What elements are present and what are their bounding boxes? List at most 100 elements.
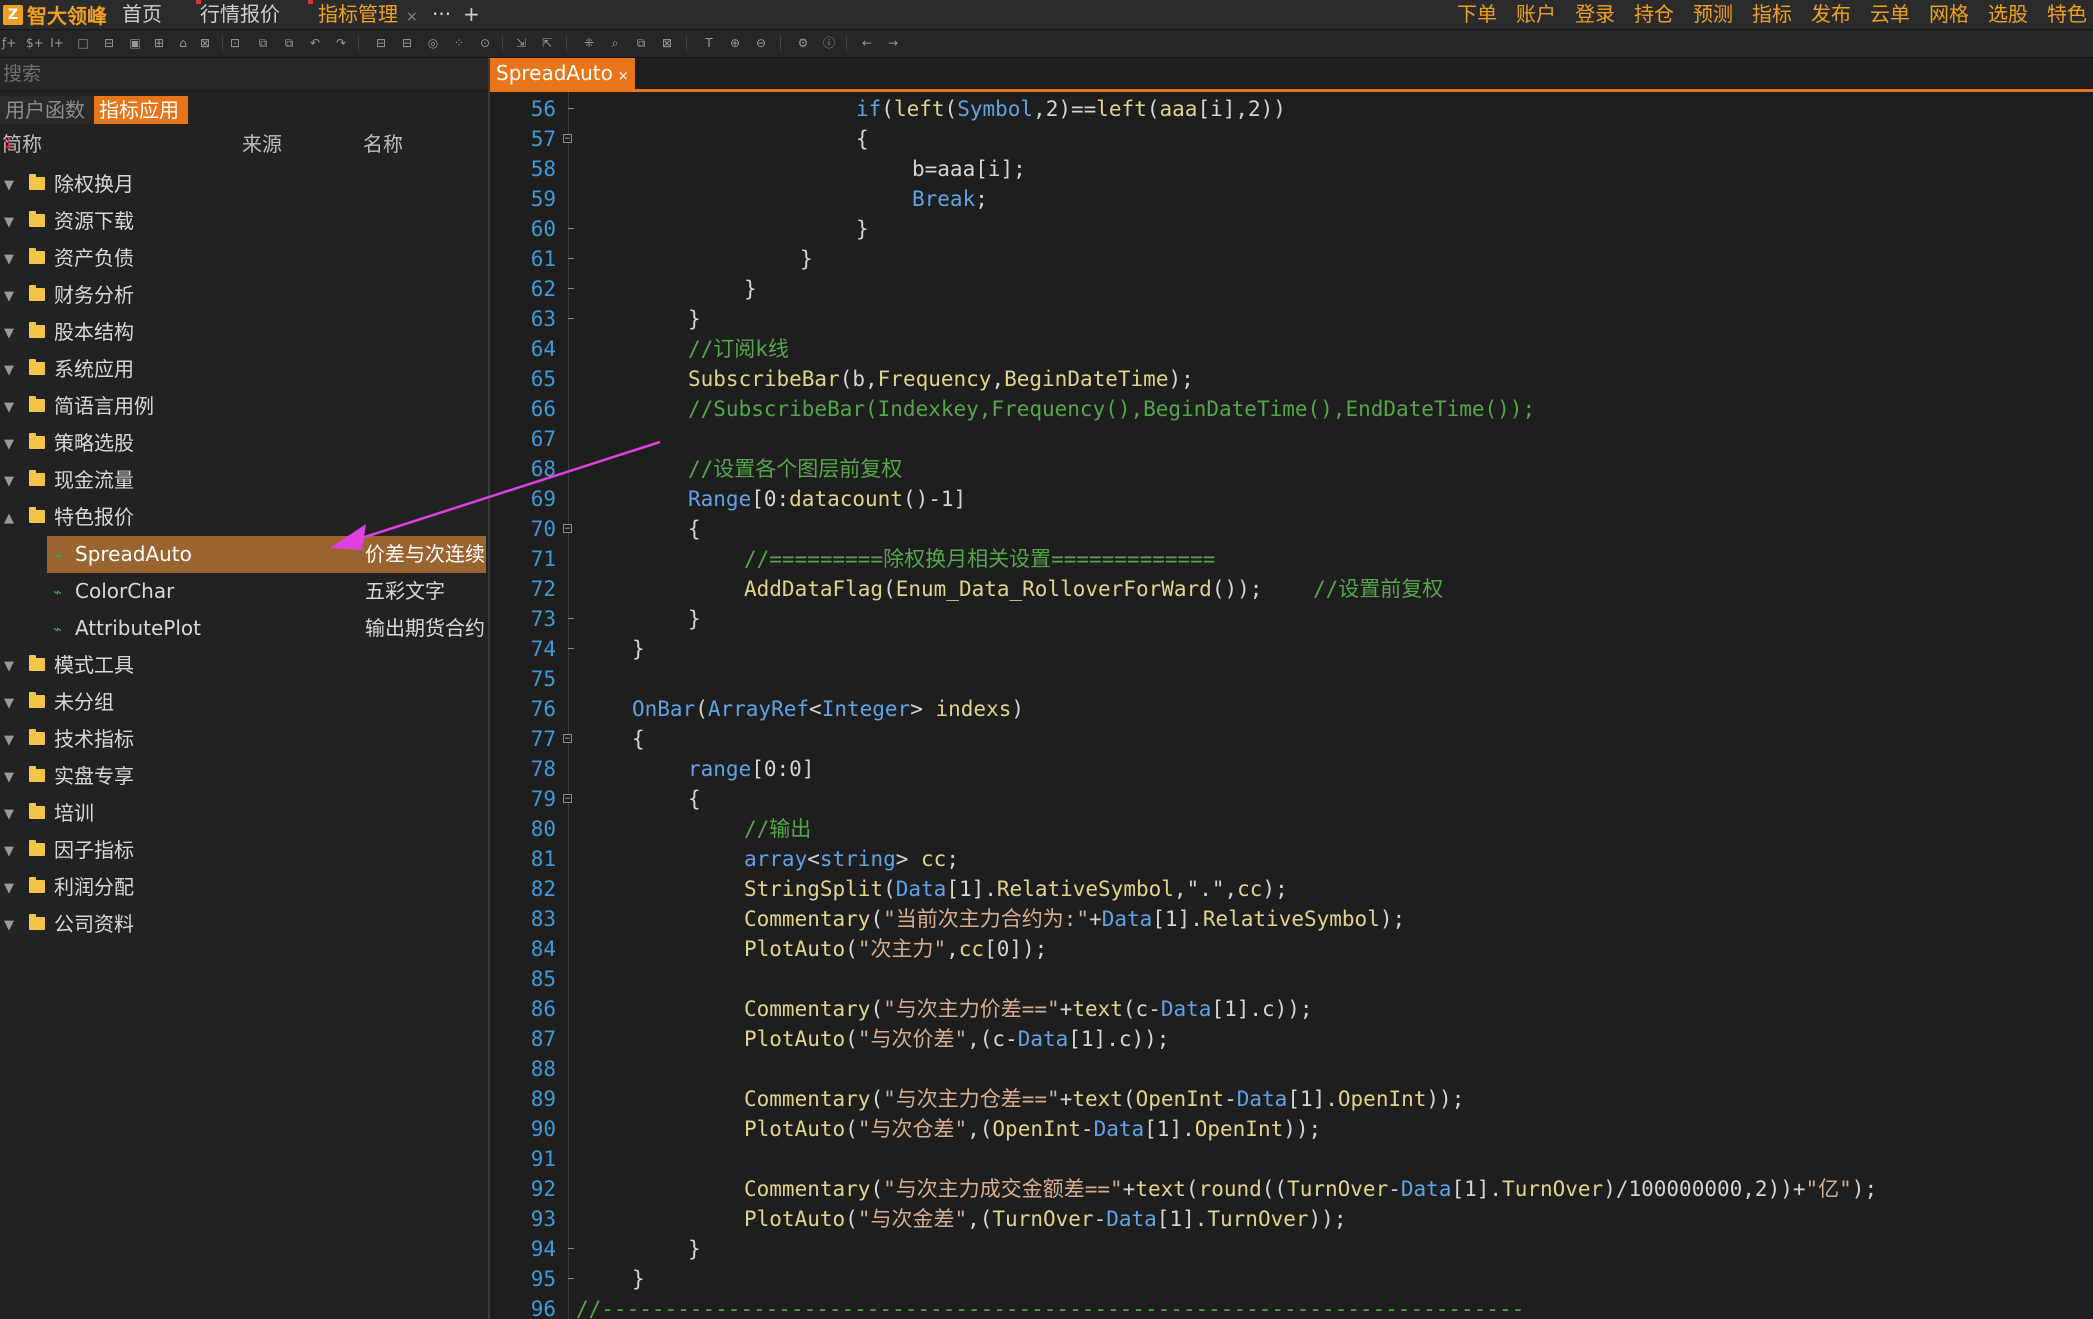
- menu-indicator[interactable]: 指标: [1752, 0, 1792, 29]
- code-line[interactable]: 93 PlotAuto("与次金差",(TurnOver-Data[1].Turn…: [490, 1204, 2093, 1234]
- expand-arrow-icon[interactable]: ▼: [4, 807, 14, 822]
- code-line[interactable]: 68 //设置各个图层前复权: [490, 454, 2093, 484]
- open-folder-icon[interactable]: ⊟: [102, 36, 116, 50]
- compile-all-icon[interactable]: ⊟: [400, 36, 414, 50]
- find-replace-icon[interactable]: ⧉: [634, 36, 648, 50]
- new-function-icon[interactable]: ƒ+: [2, 36, 16, 50]
- info-icon[interactable]: ⓘ: [822, 36, 836, 50]
- expand-arrow-icon[interactable]: ▼: [4, 881, 14, 896]
- fold-toggle-icon[interactable]: −: [563, 734, 572, 744]
- save-all-icon[interactable]: ⊞: [152, 36, 166, 50]
- code-line[interactable]: 71 //=========除权换月相关设置=============: [490, 544, 2093, 574]
- code-line[interactable]: 87 PlotAuto("与次价差",(c-Data[1].c));: [490, 1024, 2093, 1054]
- code-line[interactable]: 94}: [490, 1234, 2093, 1264]
- delete-icon[interactable]: ⌂: [176, 36, 190, 50]
- trash-icon[interactable]: ⊠: [198, 36, 212, 50]
- code-line[interactable]: 65 SubscribeBar(b,Frequency,BeginDateTime…: [490, 364, 2093, 394]
- tree-folder[interactable]: ▼ 因子指标: [0, 832, 486, 869]
- tree-folder[interactable]: ▼ 培训: [0, 795, 486, 832]
- menu-publish[interactable]: 发布: [1811, 0, 1851, 29]
- collapse-arrow-icon[interactable]: ▲: [4, 511, 14, 526]
- tree-folder[interactable]: ▼ 利润分配: [0, 869, 486, 906]
- expand-arrow-icon[interactable]: ▼: [4, 696, 14, 711]
- code-line[interactable]: 84 PlotAuto("次主力",cc[0]);: [490, 934, 2093, 964]
- expand-arrow-icon[interactable]: ▼: [4, 844, 14, 859]
- tree-folder[interactable]: ▼ 现金流量: [0, 462, 486, 499]
- menu-account[interactable]: 账户: [1516, 0, 1556, 29]
- expand-arrow-icon[interactable]: ▼: [4, 326, 14, 341]
- menu-forecast[interactable]: 预测: [1693, 0, 1733, 29]
- expand-arrow-icon[interactable]: ▼: [4, 770, 14, 785]
- add-tab-button[interactable]: +: [463, 0, 480, 29]
- new-folder-icon[interactable]: □: [76, 36, 90, 50]
- fold-toggle-icon[interactable]: −: [563, 524, 572, 534]
- editor-tab-spreadauto[interactable]: SpreadAuto ×: [490, 58, 635, 89]
- tree-folder[interactable]: ▼ 股本结构: [0, 314, 486, 351]
- code-line[interactable]: 77− {: [490, 724, 2093, 754]
- zoom-in-icon[interactable]: ⊕: [728, 36, 742, 50]
- tree-folder[interactable]: ▼ 模式工具: [0, 647, 486, 684]
- find-icon[interactable]: ⌕: [608, 36, 622, 50]
- column-source[interactable]: 来源: [242, 129, 282, 159]
- tree-folder[interactable]: ▼ 资产负债: [0, 240, 486, 277]
- tree-item[interactable]: ⌁ ColorChar 五彩文字: [0, 573, 486, 610]
- code-line[interactable]: 91: [490, 1144, 2093, 1174]
- menu-position[interactable]: 持仓: [1634, 0, 1674, 29]
- expand-arrow-icon[interactable]: ▼: [4, 437, 14, 452]
- expand-arrow-icon[interactable]: ▼: [4, 733, 14, 748]
- code-line[interactable]: 74}: [490, 634, 2093, 664]
- fold-toggle-icon[interactable]: −: [563, 134, 572, 144]
- expand-arrow-icon[interactable]: ▼: [4, 215, 14, 230]
- forward-arrow-icon[interactable]: →: [886, 36, 900, 50]
- tree-folder[interactable]: ▼ 公司资料: [0, 906, 486, 943]
- expand-arrow-icon[interactable]: ▼: [4, 400, 14, 415]
- settings-icon[interactable]: ⚙: [796, 36, 810, 50]
- tab-quotes[interactable]: 行情报价: [200, 0, 280, 29]
- code-line[interactable]: 88: [490, 1054, 2093, 1084]
- tree-folder[interactable]: ▲ 特色报价: [0, 499, 486, 536]
- menu-stock-picker[interactable]: 选股: [1988, 0, 2028, 29]
- menu-cloud-order[interactable]: 云单: [1870, 0, 1910, 29]
- code-editor[interactable]: 56 if(left(Symbol,2)==left(aaa[i],2)) 57−{…: [490, 92, 2093, 1319]
- tree-folder[interactable]: ▼ 策略选股: [0, 425, 486, 462]
- code-line[interactable]: 80 //输出: [490, 814, 2093, 844]
- tree-item[interactable]: ⌁ SpreadAuto 价差与次连续: [47, 536, 486, 573]
- undo-icon[interactable]: ↶: [308, 36, 322, 50]
- expand-arrow-icon[interactable]: ▼: [4, 659, 14, 674]
- menu-featured[interactable]: 特色: [2047, 0, 2087, 29]
- code-line[interactable]: 73}: [490, 604, 2093, 634]
- code-line[interactable]: 58 b=aaa[i];: [490, 154, 2093, 184]
- code-line[interactable]: 63}: [490, 304, 2093, 334]
- code-line[interactable]: 70− {: [490, 514, 2093, 544]
- code-line[interactable]: 76 OnBar(ArrayRef<Integer> indexs): [490, 694, 2093, 724]
- code-line[interactable]: 66 //SubscribeBar(Indexkey,Frequency(),Be…: [490, 394, 2093, 424]
- tree-folder[interactable]: ▼ 未分组: [0, 684, 486, 721]
- search-input[interactable]: 搜索: [0, 58, 488, 91]
- tree-folder[interactable]: ▼ 系统应用: [0, 351, 486, 388]
- code-line[interactable]: 75: [490, 664, 2093, 694]
- code-line[interactable]: 60}: [490, 214, 2093, 244]
- tree-item[interactable]: ⌁ AttributePlot 输出期货合约: [0, 610, 486, 647]
- code-line[interactable]: 62}: [490, 274, 2093, 304]
- menu-order[interactable]: 下单: [1457, 0, 1497, 29]
- code-line[interactable]: 79− {: [490, 784, 2093, 814]
- save-icon[interactable]: ▣: [128, 36, 142, 50]
- close-icon[interactable]: ×: [618, 69, 629, 84]
- code-line[interactable]: 81 array<string> cc;: [490, 844, 2093, 874]
- code-line[interactable]: 64 //订阅k线: [490, 334, 2093, 364]
- tree-folder[interactable]: ▼ 资源下载: [0, 203, 486, 240]
- code-line[interactable]: 57− {: [490, 124, 2093, 154]
- code-line[interactable]: 61}: [490, 244, 2093, 274]
- expand-arrow-icon[interactable]: ▼: [4, 252, 14, 267]
- code-line[interactable]: 82 StringSplit(Data[1].RelativeSymbol,"."…: [490, 874, 2093, 904]
- code-line[interactable]: 78 range[0:0]: [490, 754, 2093, 784]
- back-arrow-icon[interactable]: ←: [860, 36, 874, 50]
- code-line[interactable]: 56 if(left(Symbol,2)==left(aaa[i],2)): [490, 94, 2093, 124]
- select-icon[interactable]: ⁜: [582, 36, 596, 50]
- expand-arrow-icon[interactable]: ▼: [4, 178, 14, 193]
- tree-folder[interactable]: ▼ 技术指标: [0, 721, 486, 758]
- expand-arrow-icon[interactable]: ▼: [4, 918, 14, 933]
- check-icon[interactable]: ◎: [426, 36, 440, 50]
- export-icon[interactable]: ⇱: [540, 36, 554, 50]
- text-icon[interactable]: T: [702, 36, 716, 50]
